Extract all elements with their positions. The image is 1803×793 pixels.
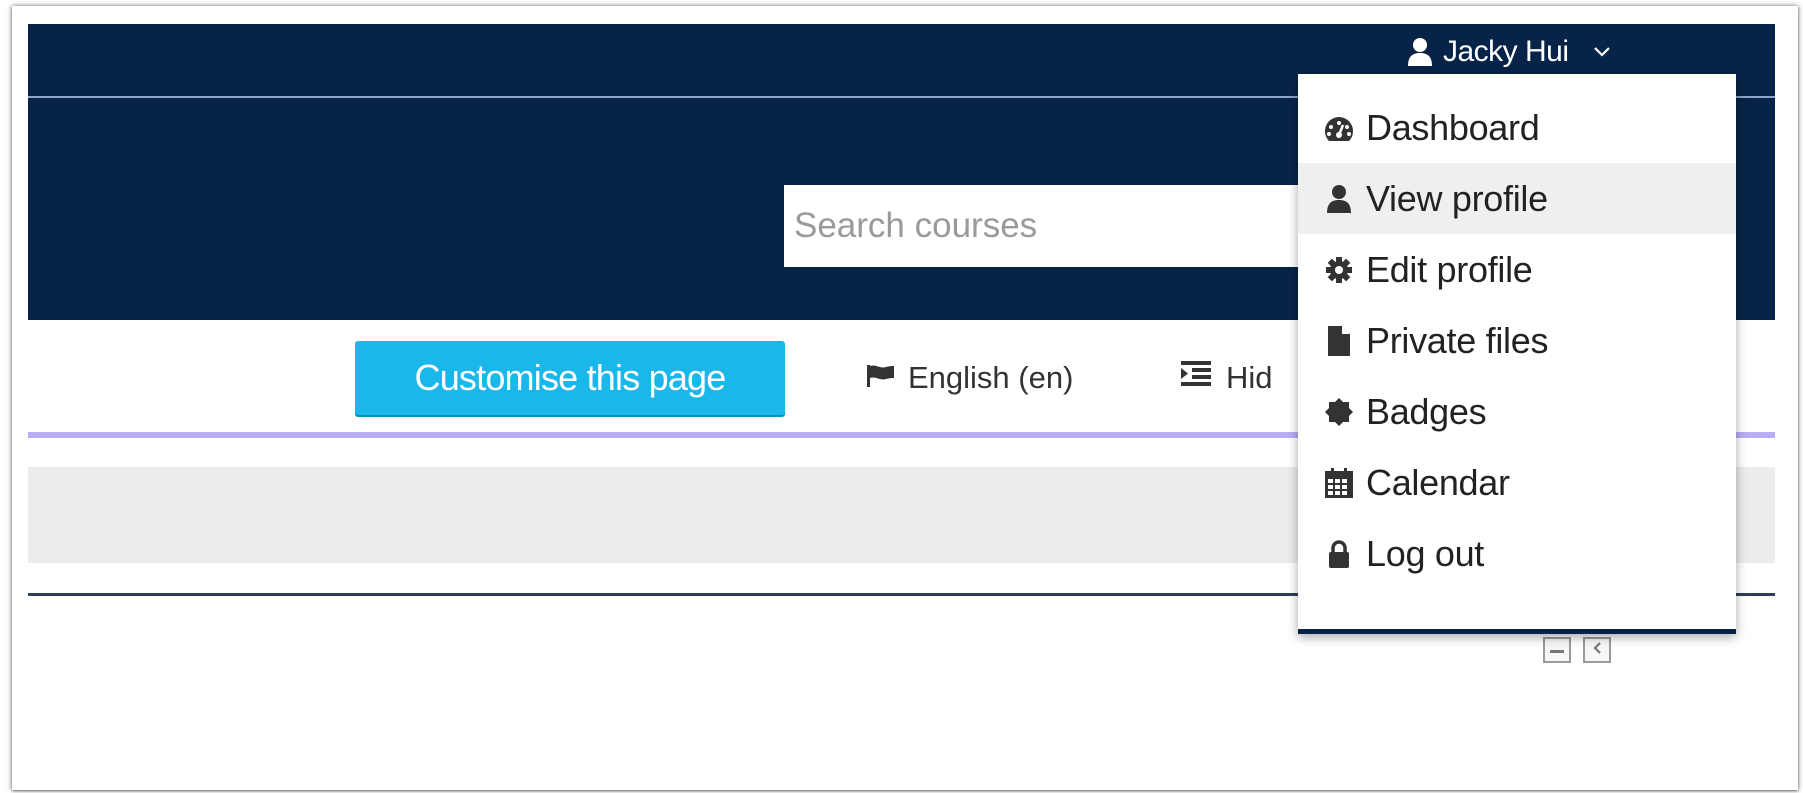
menu-item-private-files[interactable]: Private files xyxy=(1298,305,1736,376)
menu-item-dashboard[interactable]: Dashboard xyxy=(1298,92,1736,163)
menu-item-label: Dashboard xyxy=(1366,106,1540,148)
minimize-block-button[interactable] xyxy=(1543,637,1571,663)
language-label: English (en) xyxy=(908,360,1074,395)
user-name: Jacky Hui xyxy=(1443,35,1569,68)
hide-blocks-toggle[interactable]: Hid xyxy=(1180,358,1273,398)
menu-item-log-out[interactable]: Log out xyxy=(1298,518,1736,589)
menu-item-label: Calendar xyxy=(1366,461,1510,503)
browser-frame: Jacky Hui Customise this page English (e… xyxy=(12,6,1798,790)
menu-item-edit-profile[interactable]: Edit profile xyxy=(1298,234,1736,305)
user-menu-toggle[interactable]: Jacky Hui xyxy=(1407,30,1611,74)
menu-item-label: Edit profile xyxy=(1366,248,1533,290)
user-icon xyxy=(1407,37,1433,67)
badge-icon xyxy=(1322,395,1356,429)
flag-icon xyxy=(866,360,896,396)
minus-icon xyxy=(1550,641,1564,659)
menu-item-label: Log out xyxy=(1366,532,1485,574)
search-courses-input[interactable] xyxy=(784,185,1304,267)
language-selector[interactable]: English (en) xyxy=(866,358,1073,398)
chevron-left-icon xyxy=(1592,641,1602,660)
menu-item-label: Badges xyxy=(1366,390,1487,432)
menu-item-label: Private files xyxy=(1366,319,1549,361)
file-icon xyxy=(1322,324,1356,358)
user-icon xyxy=(1322,182,1356,216)
indent-icon xyxy=(1180,360,1212,396)
user-dropdown-menu: Dashboard View profile Edit profile Priv… xyxy=(1298,74,1736,634)
dashboard-icon xyxy=(1322,111,1356,145)
calendar-icon xyxy=(1322,466,1356,500)
menu-item-badges[interactable]: Badges xyxy=(1298,376,1736,447)
chevron-down-icon xyxy=(1593,46,1611,58)
menu-item-calendar[interactable]: Calendar xyxy=(1298,447,1736,518)
menu-item-view-profile[interactable]: View profile xyxy=(1298,163,1736,234)
dock-block-button[interactable] xyxy=(1583,637,1611,663)
customise-page-button[interactable]: Customise this page xyxy=(355,341,785,415)
menu-item-label: View profile xyxy=(1366,177,1548,219)
lock-icon xyxy=(1322,537,1356,571)
hide-blocks-label: Hid xyxy=(1226,360,1273,395)
gear-icon xyxy=(1322,253,1356,287)
